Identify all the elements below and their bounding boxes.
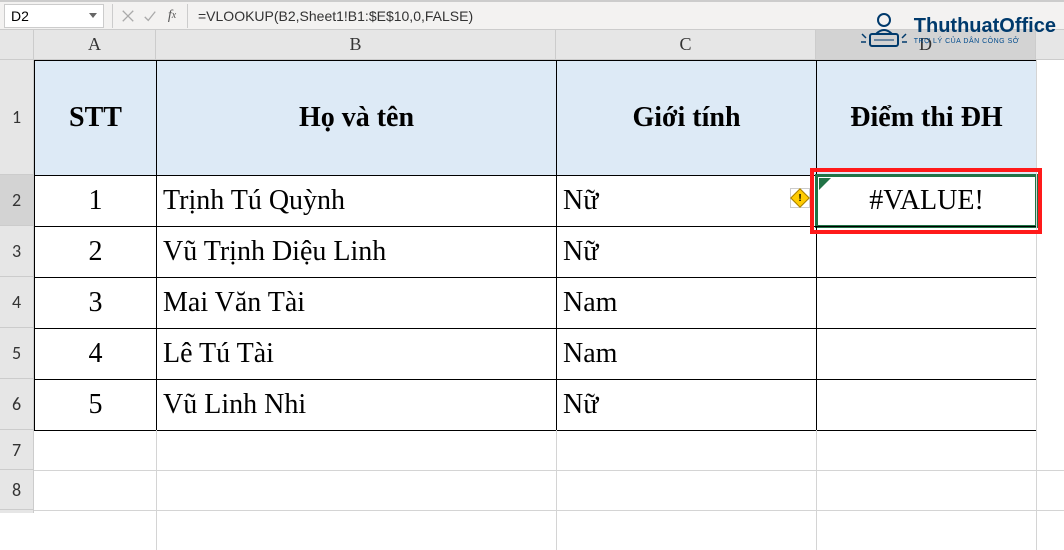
logo-text: ThuthuatOffice <box>914 15 1056 38</box>
active-cell-d2[interactable]: #VALUE! <box>816 175 1037 227</box>
chevron-down-icon[interactable] <box>89 13 97 18</box>
table-cell[interactable]: Trịnh Tú Quỳnh <box>156 175 557 227</box>
table-cell[interactable]: Nữ <box>556 175 817 227</box>
row-header-2[interactable]: 2 <box>0 175 33 226</box>
watermark-logo: ThuthuatOffice TRỢ LÝ CỦA DÂN CÔNG SỞ <box>860 6 1056 54</box>
header-hoten[interactable]: Họ và tên <box>156 60 557 176</box>
header-gioitinh[interactable]: Giới tính <box>556 60 817 176</box>
table-cell[interactable]: Nam <box>556 277 817 329</box>
table-cell[interactable]: Vũ Linh Nhi <box>156 379 557 431</box>
table-cell[interactable]: Mai Văn Tài <box>156 277 557 329</box>
table-cell[interactable] <box>816 379 1037 431</box>
table-cell[interactable] <box>816 226 1037 278</box>
row-header-8[interactable]: 8 <box>0 470 33 510</box>
table-cell[interactable]: 3 <box>34 277 157 329</box>
fx-icon[interactable]: fx <box>161 5 183 27</box>
enter-icon[interactable] <box>139 5 161 27</box>
error-indicator-icon <box>819 178 831 190</box>
gridline <box>34 470 1064 471</box>
gridline <box>816 430 817 550</box>
header-diem[interactable]: Điểm thi ĐH <box>816 60 1037 176</box>
table-cell[interactable]: Nam <box>556 328 817 380</box>
row-header-5[interactable]: 5 <box>0 328 33 379</box>
table-cell[interactable]: Nữ <box>556 379 817 431</box>
name-box-value: D2 <box>11 8 29 24</box>
table-cell[interactable]: Nữ <box>556 226 817 278</box>
table-cell[interactable] <box>816 277 1037 329</box>
divider <box>112 4 113 28</box>
header-stt[interactable]: STT <box>34 60 157 176</box>
cancel-icon[interactable] <box>117 5 139 27</box>
error-warning-icon[interactable] <box>790 188 810 208</box>
divider <box>187 4 188 28</box>
table-cell[interactable]: 1 <box>34 175 157 227</box>
gridline <box>556 430 557 550</box>
select-all-corner[interactable] <box>0 30 33 60</box>
row-header-1[interactable]: 1 <box>0 60 33 175</box>
gridline <box>1036 60 1037 550</box>
gridline <box>156 430 157 550</box>
table-cell[interactable]: Lê Tú Tài <box>156 328 557 380</box>
col-header-b[interactable]: B <box>156 30 556 59</box>
row-header-6[interactable]: 6 <box>0 379 33 430</box>
gridline <box>34 510 1064 511</box>
cell-value: #VALUE! <box>869 185 984 217</box>
name-box[interactable]: D2 <box>4 4 104 28</box>
table-cell[interactable]: 4 <box>34 328 157 380</box>
logo-icon <box>860 6 908 54</box>
table-cell[interactable]: 2 <box>34 226 157 278</box>
table-cell[interactable]: 5 <box>34 379 157 431</box>
table-cell[interactable] <box>816 328 1037 380</box>
table-cell[interactable]: Vũ Trịnh Diệu Linh <box>156 226 557 278</box>
logo-subtext: TRỢ LÝ CỦA DÂN CÔNG SỞ <box>914 38 1056 45</box>
row-header-3[interactable]: 3 <box>0 226 33 277</box>
col-header-c[interactable]: C <box>556 30 816 59</box>
col-header-a[interactable]: A <box>34 30 156 59</box>
row-header-4[interactable]: 4 <box>0 277 33 328</box>
row-header-7[interactable]: 7 <box>0 430 33 470</box>
